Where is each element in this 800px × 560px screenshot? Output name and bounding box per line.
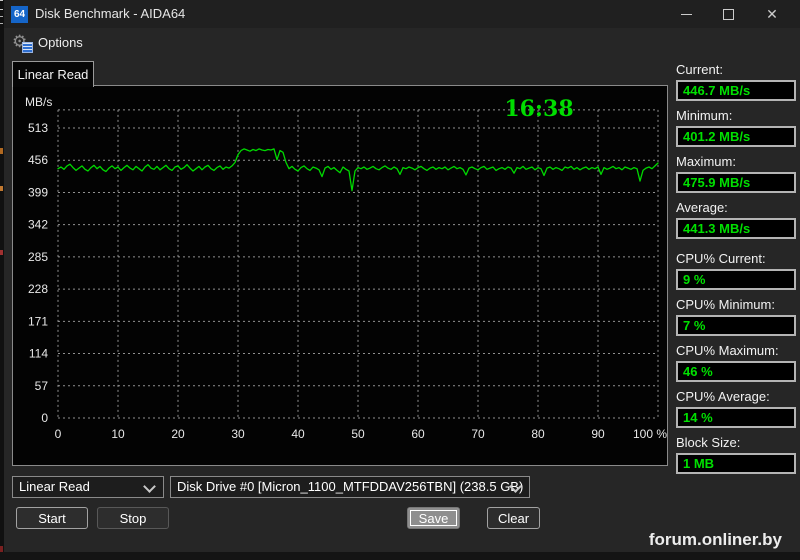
svg-text:285: 285 xyxy=(28,250,48,264)
svg-text:114: 114 xyxy=(29,347,48,361)
svg-text:80: 80 xyxy=(531,427,545,441)
disk-drive-value: Disk Drive #0 [Micron_1100_MTFDDAV256TBN… xyxy=(177,479,523,494)
save-button[interactable]: Save xyxy=(407,507,460,529)
benchmark-type-select[interactable]: Linear Read xyxy=(12,476,164,498)
svg-text:456: 456 xyxy=(28,153,48,167)
stat-label: Minimum: xyxy=(676,108,796,123)
svg-text:50: 50 xyxy=(351,427,365,441)
stat-label: Block Size: xyxy=(676,435,796,450)
svg-text:342: 342 xyxy=(28,218,48,232)
minimize-button[interactable] xyxy=(670,3,702,25)
stat-value-box: 441.3 MB/s xyxy=(676,218,796,239)
clear-button[interactable]: Clear xyxy=(487,507,540,529)
chevron-down-icon xyxy=(143,480,156,493)
svg-text:0: 0 xyxy=(41,411,48,425)
stat-group: Average: 441.3 MB/s xyxy=(676,200,796,239)
stat-group: Maximum: 475.9 MB/s xyxy=(676,154,796,193)
svg-text:20: 20 xyxy=(171,427,185,441)
tab-linear-read[interactable]: Linear Read xyxy=(12,61,94,87)
svg-text:90: 90 xyxy=(591,427,605,441)
aida64-disk-benchmark-window: 64 Disk Benchmark - AIDA64 ✕ ⚙ Options L… xyxy=(4,0,800,552)
options-label: Options xyxy=(38,35,83,50)
svg-text:100 %: 100 % xyxy=(633,427,667,441)
options-gear-icon: ⚙ xyxy=(12,32,32,52)
forum-watermark: forum.onliner.by xyxy=(649,530,782,550)
svg-text:513: 513 xyxy=(28,121,48,135)
svg-text:399: 399 xyxy=(28,185,48,199)
svg-text:171: 171 xyxy=(28,314,48,328)
svg-text:MB/s: MB/s xyxy=(25,95,52,109)
maximize-button[interactable] xyxy=(712,3,744,25)
stat-value-box: 475.9 MB/s xyxy=(676,172,796,193)
svg-text:0: 0 xyxy=(55,427,62,441)
stat-group: CPU% Average: 14 % xyxy=(676,389,796,428)
benchmark-type-value: Linear Read xyxy=(19,479,90,494)
benchmark-chart-panel: 0 57 114 171 228 285 342 399 456 513 0 10 20 30 40 50 60… xyxy=(12,85,668,466)
aida64-app-icon: 64 xyxy=(11,6,28,23)
stat-group: Block Size: 1 MB xyxy=(676,435,796,474)
stat-group: CPU% Current: 9 % xyxy=(676,251,796,290)
start-button[interactable]: Start xyxy=(16,507,88,529)
title-bar[interactable]: 64 Disk Benchmark - AIDA64 ✕ xyxy=(4,0,800,28)
svg-text:10: 10 xyxy=(111,427,125,441)
stat-group: CPU% Minimum: 7 % xyxy=(676,297,796,336)
stat-value-box: 46 % xyxy=(676,361,796,382)
close-button[interactable]: ✕ xyxy=(756,3,788,25)
stat-label: CPU% Current: xyxy=(676,251,796,266)
stat-label: CPU% Maximum: xyxy=(676,343,796,358)
stat-label: CPU% Average: xyxy=(676,389,796,404)
stat-value-box: 1 MB xyxy=(676,453,796,474)
stat-group: Current: 446.7 MB/s xyxy=(676,62,796,101)
window-title: Disk Benchmark - AIDA64 xyxy=(35,6,185,21)
stat-label: Current: xyxy=(676,62,796,77)
stat-value-box: 446.7 MB/s xyxy=(676,80,796,101)
svg-text:16:38: 16:38 xyxy=(504,96,573,122)
maximize-icon xyxy=(723,9,734,20)
stats-panel: Current: 446.7 MB/s Minimum: 401.2 MB/s Maxi… xyxy=(676,62,796,481)
svg-text:60: 60 xyxy=(411,427,425,441)
svg-text:30: 30 xyxy=(231,427,245,441)
minimize-icon xyxy=(681,14,692,15)
disk-drive-select[interactable]: Disk Drive #0 [Micron_1100_MTFDDAV256TBN… xyxy=(170,476,530,498)
svg-text:40: 40 xyxy=(291,427,305,441)
stat-group: Minimum: 401.2 MB/s xyxy=(676,108,796,147)
stat-value-box: 14 % xyxy=(676,407,796,428)
stop-button[interactable]: Stop xyxy=(97,507,169,529)
stat-value-box: 9 % xyxy=(676,269,796,290)
stat-label: Average: xyxy=(676,200,796,215)
menu-options[interactable]: ⚙ Options xyxy=(12,30,94,54)
close-icon: ✕ xyxy=(766,6,778,23)
svg-text:228: 228 xyxy=(28,282,48,296)
stat-value-box: 401.2 MB/s xyxy=(676,126,796,147)
svg-text:57: 57 xyxy=(35,379,49,393)
stat-value-box: 7 % xyxy=(676,315,796,336)
stat-label: Maximum: xyxy=(676,154,796,169)
stat-label: CPU% Minimum: xyxy=(676,297,796,312)
screen: 64 Disk Benchmark - AIDA64 ✕ ⚙ Options L… xyxy=(0,0,800,560)
stat-group: CPU% Maximum: 46 % xyxy=(676,343,796,382)
background-bottom-edge xyxy=(0,552,800,560)
svg-text:70: 70 xyxy=(471,427,485,441)
benchmark-line-chart: 0 57 114 171 228 285 342 399 456 513 0 10 20 30 40 50 60… xyxy=(13,86,667,465)
